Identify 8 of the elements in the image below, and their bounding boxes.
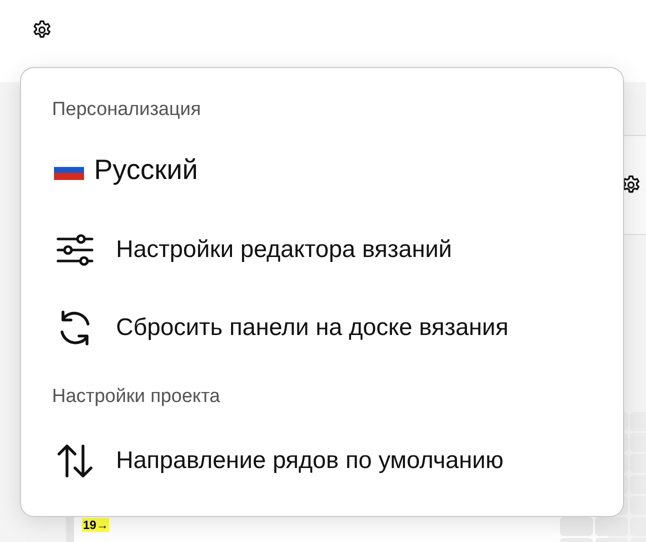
menu-item[interactable]: Сбросить панели на доске вязания — [21, 289, 623, 367]
menu-item[interactable]: Настройки редактора вязаний — [21, 211, 623, 289]
section-heading: Настройки проекта — [51, 386, 222, 409]
language-menu-item[interactable]: Русский — [21, 139, 623, 201]
menu-item[interactable]: Направление рядов по умолчанию — [21, 433, 623, 489]
row-label: 19→ — [82, 518, 110, 532]
flag-icon — [54, 160, 84, 180]
section-heading: Персонализация — [51, 99, 202, 122]
